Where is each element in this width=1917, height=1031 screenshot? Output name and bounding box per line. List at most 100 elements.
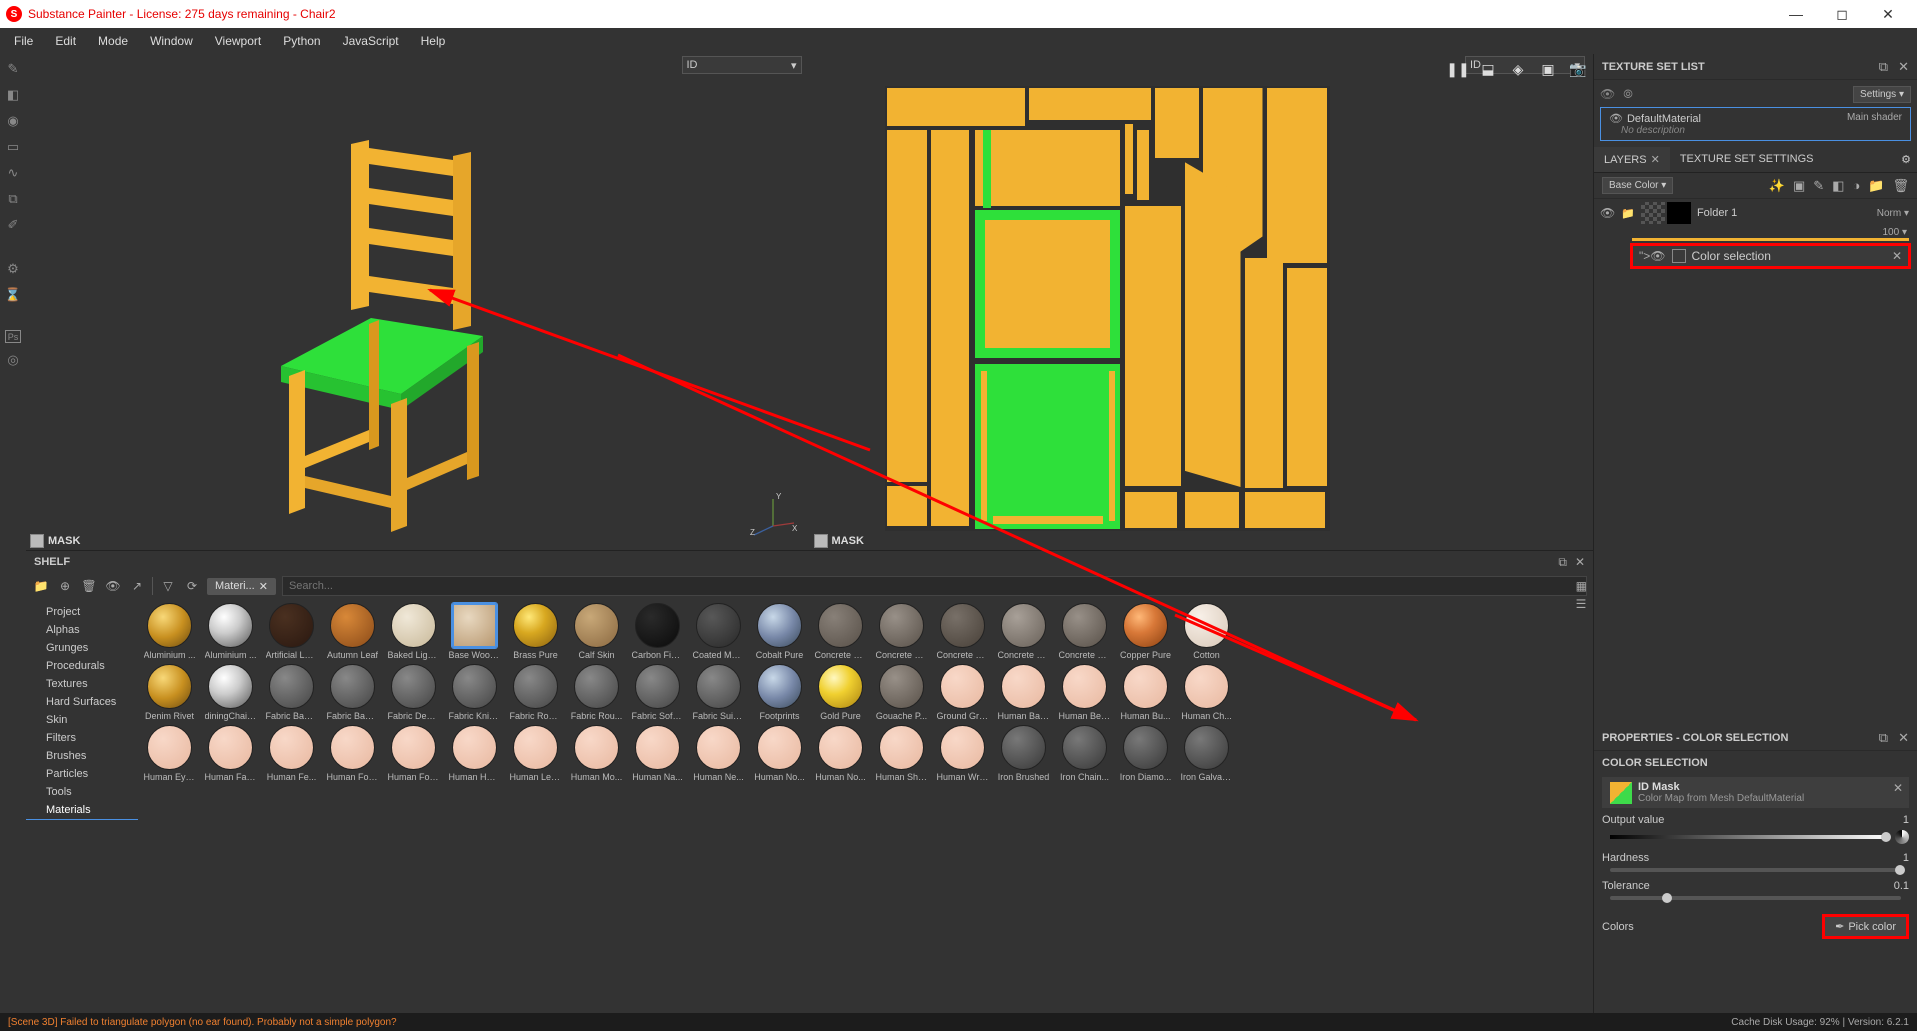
material-item[interactable]: Ground Gra... [935, 664, 990, 721]
material-item[interactable]: Human No... [752, 725, 807, 782]
add-adjust-icon[interactable]: ◑ [1852, 178, 1860, 194]
shelf-category[interactable]: Skin [26, 711, 138, 729]
material-item[interactable]: diningChair... [203, 664, 258, 721]
material-item[interactable]: Fabric Deni... [386, 664, 441, 721]
picker-tool-icon[interactable]: ✐ [4, 216, 22, 234]
material-item[interactable]: Base Wood... [447, 603, 502, 660]
ring-icon[interactable]: ◎ [4, 351, 22, 369]
maximize-button[interactable]: ◻ [1819, 0, 1865, 28]
layer-opacity[interactable]: 100 [1883, 227, 1900, 238]
material-item[interactable]: Human Hei... [447, 725, 502, 782]
material-item[interactable]: Human Ch... [1179, 664, 1234, 721]
material-item[interactable]: Concrete Si... [996, 603, 1051, 660]
add-mask-icon[interactable]: ◧ [1832, 178, 1844, 194]
filter-icon[interactable]: ▽ [159, 577, 177, 595]
cs-delete-icon[interactable]: ✕ [1892, 249, 1902, 263]
camera-icon[interactable]: ▣ [1539, 60, 1557, 78]
add-layer-icon[interactable]: ▣ [1793, 178, 1805, 194]
material-item[interactable]: Artificial Lea... [264, 603, 319, 660]
material-item[interactable]: Human Bac... [996, 664, 1051, 721]
cs-visibility-icon[interactable]: ">👁 [1639, 249, 1666, 263]
viewport3d-mode-dropdown[interactable]: ID▾ [682, 56, 802, 74]
material-item[interactable]: Human Leg... [508, 725, 563, 782]
viewport-3d[interactable]: ID▾ [26, 54, 810, 550]
smudge-tool-icon[interactable]: ∿ [4, 164, 22, 182]
material-item[interactable]: Human Wri... [935, 725, 990, 782]
material-item[interactable]: Concrete Cl... [874, 603, 929, 660]
add-icon[interactable]: ⊕ [56, 577, 74, 595]
menu-python[interactable]: Python [273, 30, 330, 52]
delete-icon[interactable]: 🗑 [80, 577, 98, 595]
props-popup-icon[interactable]: ⧉ [1879, 730, 1888, 746]
material-item[interactable]: Concrete D... [935, 603, 990, 660]
material-item[interactable]: Human Ne... [691, 725, 746, 782]
material-item[interactable]: Brass Pure [508, 603, 563, 660]
material-item[interactable]: Concrete B... [813, 603, 868, 660]
material-item[interactable]: Iron Chain... [1057, 725, 1112, 782]
shelf-category[interactable]: Procedurals [26, 657, 138, 675]
layers-tab-close-icon[interactable]: ✕ [1651, 154, 1660, 166]
shelf-tab[interactable]: Materi...✕ [207, 578, 276, 595]
pick-color-button[interactable]: ✒Pick color [1822, 914, 1909, 939]
material-item[interactable]: Calf Skin [569, 603, 624, 660]
tsl-popup-icon[interactable]: ⧉ [1879, 59, 1888, 75]
material-item[interactable]: Gold Pure [813, 664, 868, 721]
grid-view-icon[interactable]: ▦ [1576, 579, 1587, 593]
add-folder-icon[interactable]: 📁 [1868, 178, 1884, 194]
material-item[interactable]: Human Bell... [1057, 664, 1112, 721]
photo-icon[interactable]: 📷 [1569, 60, 1587, 78]
material-item[interactable]: Concrete S... [1057, 603, 1112, 660]
material-item[interactable]: Human No... [813, 725, 868, 782]
material-item[interactable]: Fabric Soft ... [630, 664, 685, 721]
material-item[interactable]: Iron Diamo... [1118, 725, 1173, 782]
shelf-category[interactable]: Materials [26, 801, 138, 820]
shelf-category[interactable]: Alphas [26, 621, 138, 639]
output-slider[interactable] [1610, 835, 1887, 839]
hide-icon[interactable]: 👁 [104, 577, 122, 595]
visibility-toggle-icon[interactable]: 👁 [1600, 206, 1615, 220]
menu-javascript[interactable]: JavaScript [333, 30, 409, 52]
shelf-category[interactable]: Filters [26, 729, 138, 747]
ps-icon[interactable]: Ps [5, 330, 21, 343]
shelf-category[interactable]: Hard Surfaces [26, 693, 138, 711]
material-item[interactable]: Baked Light... [386, 603, 441, 660]
shelf-category[interactable]: Textures [26, 675, 138, 693]
material-item[interactable]: Cotton [1179, 603, 1234, 660]
eye-off-icon[interactable]: ⦾ [1623, 87, 1633, 102]
material-item[interactable]: Human Mo... [569, 725, 624, 782]
material-item[interactable]: Human Eye... [142, 725, 197, 782]
brush-tool-icon[interactable]: ✎ [4, 60, 22, 78]
shelf-category[interactable]: Particles [26, 765, 138, 783]
material-item[interactable]: Footprints [752, 664, 807, 721]
material-item[interactable]: Human Shi... [874, 725, 929, 782]
material-item[interactable]: Fabric Suit ... [691, 664, 746, 721]
layers-gear-icon[interactable]: ⚙ [1895, 147, 1917, 172]
material-item[interactable]: Denim Rivet [142, 664, 197, 721]
blend-mode[interactable]: Norm [1877, 208, 1901, 219]
clone-tool-icon[interactable]: ⧉ [4, 190, 22, 208]
shelf-tab-close-icon[interactable]: ✕ [259, 580, 268, 593]
material-item[interactable]: Human Bu... [1118, 664, 1173, 721]
shelf-category[interactable]: Brushes [26, 747, 138, 765]
projection-tool-icon[interactable]: ◉ [4, 112, 22, 130]
material-item[interactable]: Fabric Rough [508, 664, 563, 721]
shelf-popup-icon[interactable]: ⧉ [1558, 555, 1567, 570]
menu-edit[interactable]: Edit [45, 30, 86, 52]
material-item[interactable]: Fabric Rou... [569, 664, 624, 721]
material-item[interactable]: Human For... [386, 725, 441, 782]
folder-layer[interactable]: 👁 📁 Folder 1 Norm ▾ [1594, 199, 1915, 227]
material-item[interactable]: Human Na... [630, 725, 685, 782]
menu-file[interactable]: File [4, 30, 43, 52]
eraser-tool-icon[interactable]: ◧ [4, 86, 22, 104]
material-item[interactable]: Fabric Knitt... [447, 664, 502, 721]
props-close-icon[interactable]: ✕ [1898, 730, 1909, 746]
refresh-icon[interactable]: ⟳ [183, 577, 201, 595]
color-selection-layer[interactable]: ">👁 Color selection ✕ [1630, 243, 1911, 269]
export-icon[interactable]: ↗ [128, 577, 146, 595]
magic-wand-icon[interactable]: ✨ [1769, 178, 1785, 194]
material-item[interactable]: Coated Metal [691, 603, 746, 660]
material-item[interactable]: Aluminium ... [203, 603, 258, 660]
minimize-button[interactable]: — [1773, 0, 1819, 28]
folder-icon[interactable]: 📁 [32, 577, 50, 595]
menu-viewport[interactable]: Viewport [205, 30, 271, 52]
